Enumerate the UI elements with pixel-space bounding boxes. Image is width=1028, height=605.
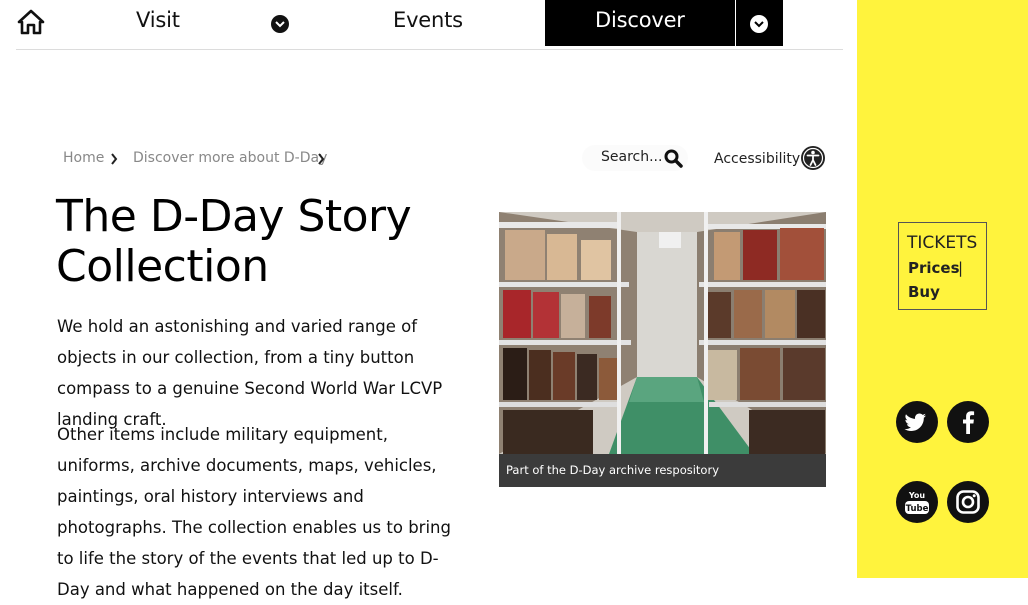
nav-discover-link[interactable]: Discover — [545, 0, 735, 46]
discover-dropdown-toggle[interactable] — [736, 0, 783, 46]
body-paragraph: Other items include military equipment, … — [57, 425, 451, 599]
chevron-down-icon — [750, 15, 768, 33]
tickets-prices-link[interactable]: Prices — [908, 259, 960, 277]
archive-photo — [499, 212, 826, 454]
main-navigation: Visit Events Discover — [0, 0, 857, 46]
tickets-label: TICKETS — [907, 233, 978, 253]
svg-text:Tube: Tube — [906, 504, 929, 514]
search-input[interactable]: Search... — [582, 145, 688, 171]
instagram-icon[interactable] — [947, 481, 989, 523]
nav-divider — [16, 49, 843, 50]
chevron-down-icon[interactable] — [271, 15, 289, 33]
tickets-separator: | — [958, 259, 964, 277]
search-placeholder: Search... — [601, 149, 663, 165]
sidebar: TICKETS Prices | Buy You Tube — [857, 0, 1028, 578]
body-paragraph: We hold an astonishing and varied range … — [57, 317, 443, 429]
page-title: The D-Day Story Collection — [56, 191, 412, 292]
chevron-right-icon — [318, 153, 325, 165]
breadcrumb-home-link[interactable]: Home — [63, 150, 104, 166]
nav-discover-label: Discover — [595, 8, 685, 32]
youtube-icon[interactable]: You Tube — [896, 481, 938, 523]
image-caption: Part of the D-Day archive respository — [499, 454, 826, 487]
nav-visit-link[interactable]: Visit — [136, 8, 180, 32]
svg-text:You: You — [908, 491, 926, 500]
home-icon[interactable] — [17, 9, 45, 35]
facebook-icon[interactable] — [947, 401, 989, 443]
tickets-buy-link[interactable]: Buy — [908, 283, 940, 301]
chevron-right-icon — [111, 153, 118, 165]
tickets-box: TICKETS Prices | Buy — [898, 222, 987, 310]
image-caption-text: Part of the D-Day archive respository — [506, 463, 720, 477]
twitter-icon[interactable] — [896, 401, 938, 443]
search-icon[interactable] — [664, 149, 683, 168]
breadcrumb-discover-link[interactable]: Discover more about D-Day — [133, 150, 327, 166]
nav-events-link[interactable]: Events — [393, 8, 463, 32]
accessibility-link[interactable]: Accessibility — [714, 151, 800, 167]
accessibility-icon[interactable] — [800, 145, 826, 171]
